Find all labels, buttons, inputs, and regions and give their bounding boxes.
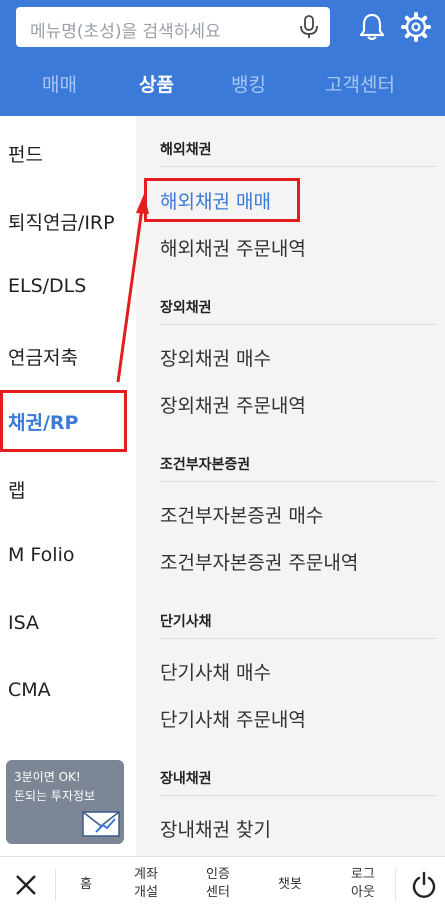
account-open-label-1: 계좌: [134, 867, 158, 882]
mail-chart-icon: [82, 811, 120, 837]
promo-line-2: 돈되는 투자정보: [14, 789, 96, 803]
section-divider: [160, 166, 436, 167]
logout-label-1: 로그: [351, 867, 375, 882]
search-placeholder: 메뉴명(초성)을 검색하세요: [30, 22, 221, 42]
logout-label-2: 아웃: [351, 885, 375, 900]
submenu-panel: 해외채권 해외채권 매매 해외채권 주문내역 장외채권 장외채권 매수 장외채권…: [136, 116, 445, 856]
bottom-bar: 홈 계좌 개설 인증 센터 챗봇 로그 아웃: [0, 856, 445, 911]
auth-center-button[interactable]: 인증 센터: [206, 866, 230, 902]
sidebar-item-fund[interactable]: 펀드: [8, 140, 43, 167]
sidebar-item-pension-irp[interactable]: 퇴직연금/IRP: [8, 208, 115, 235]
auth-center-label-1: 인증: [206, 867, 230, 882]
power-icon[interactable]: [411, 871, 437, 899]
promo-banner[interactable]: 3분이면 OK! 돈되는 투자정보: [6, 760, 124, 844]
close-icon[interactable]: [14, 873, 38, 897]
sidebar-item-els-dls[interactable]: ELS/DLS: [8, 275, 86, 297]
divider: [395, 869, 396, 901]
sidebar-item-isa[interactable]: ISA: [8, 612, 39, 634]
menu-item-exchange-bond-search[interactable]: 장내채권 찾기: [160, 815, 271, 842]
section-title-short-term-bond: 단기사채: [160, 614, 212, 630]
menu-item-contingent-capital-orders[interactable]: 조건부자본증권 주문내역: [160, 548, 358, 575]
section-divider: [160, 324, 436, 325]
account-open-button[interactable]: 계좌 개설: [134, 866, 158, 902]
tab-trade[interactable]: 매매: [42, 70, 77, 97]
menu-item-short-term-bond-buy[interactable]: 단기사채 매수: [160, 658, 271, 685]
selected-item-highlight: [144, 178, 300, 222]
selected-category-highlight: [0, 390, 127, 452]
chatbot-button[interactable]: 챗봇: [278, 876, 302, 894]
menu-item-otc-bond-orders[interactable]: 장외채권 주문내역: [160, 391, 306, 418]
menu-item-overseas-bond-orders[interactable]: 해외채권 주문내역: [160, 234, 306, 261]
divider: [55, 869, 56, 901]
tab-banking[interactable]: 뱅킹: [231, 70, 266, 97]
menu-item-otc-bond-buy[interactable]: 장외채권 매수: [160, 344, 271, 371]
section-title-otc-bond: 장외채권: [160, 300, 212, 316]
tab-customer-center[interactable]: 고객센터: [325, 70, 395, 97]
auth-center-label-2: 센터: [206, 885, 230, 900]
bell-icon[interactable]: [358, 12, 386, 42]
section-divider: [160, 795, 436, 796]
sidebar-item-m-folio[interactable]: M Folio: [8, 544, 75, 566]
account-open-label-2: 개설: [134, 885, 158, 900]
menu-item-short-term-bond-orders[interactable]: 단기사채 주문내역: [160, 705, 306, 732]
logout-button[interactable]: 로그 아웃: [351, 866, 375, 902]
gear-icon[interactable]: [401, 12, 431, 42]
section-title-contingent-capital: 조건부자본증권: [160, 457, 251, 473]
tab-products[interactable]: 상품: [139, 70, 174, 97]
section-divider: [160, 638, 436, 639]
app-screen: 메뉴명(초성)을 검색하세요 매매 상품 뱅킹 고객센터 펀드 퇴직연금/IRP…: [0, 0, 445, 911]
category-sidebar: 펀드 퇴직연금/IRP ELS/DLS 연금저축 채권/RP 랩 M Folio…: [0, 116, 136, 856]
sidebar-item-cma[interactable]: CMA: [8, 679, 51, 701]
section-title-exchange-bond: 장내채권: [160, 771, 212, 787]
home-button[interactable]: 홈: [80, 876, 92, 894]
menu-item-contingent-capital-buy[interactable]: 조건부자본증권 매수: [160, 501, 323, 528]
section-divider: [160, 481, 436, 482]
search-input[interactable]: 메뉴명(초성)을 검색하세요: [16, 7, 330, 47]
promo-line-1: 3분이면 OK!: [14, 770, 81, 784]
sidebar-item-wrap[interactable]: 랩: [8, 476, 25, 503]
mic-icon[interactable]: [298, 15, 320, 39]
sidebar-item-pension-savings[interactable]: 연금저축: [8, 343, 78, 370]
header: 메뉴명(초성)을 검색하세요 매매 상품 뱅킹 고객센터: [0, 0, 445, 116]
top-tabs: 매매 상품 뱅킹 고객센터: [0, 62, 445, 102]
section-title-overseas-bond: 해외채권: [160, 142, 212, 158]
